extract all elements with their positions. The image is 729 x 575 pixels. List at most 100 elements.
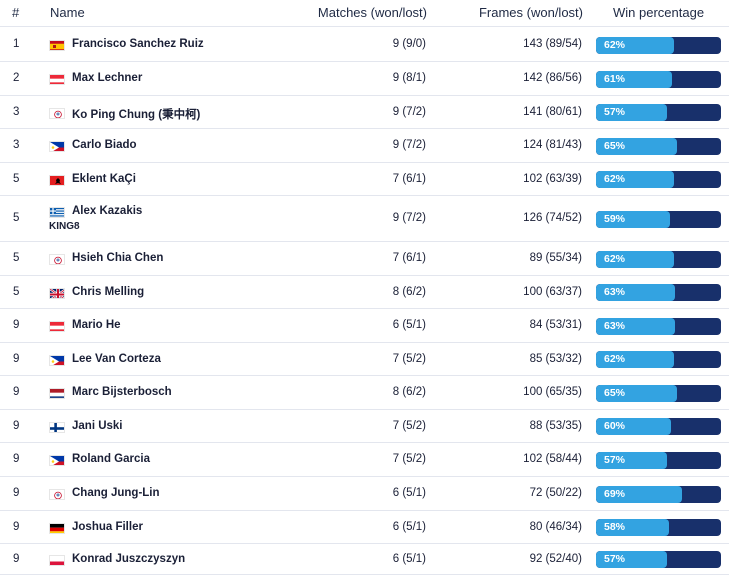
austria-flag <box>49 74 65 85</box>
frames-cell: 100 (65/35) <box>523 386 582 398</box>
matches-cell: 7 (6/1) <box>392 173 426 185</box>
header-frames[interactable]: Frames (won/lost) <box>479 5 583 20</box>
matches-cell: 8 (6/2) <box>392 386 426 398</box>
table-row[interactable]: 9 Jani Uski 7 (5/2) 88 (53/35) 60% <box>0 410 729 443</box>
finland-flag <box>49 422 65 433</box>
frames-cell: 84 (53/31) <box>529 319 582 331</box>
chinese-taipei-flag <box>49 108 65 119</box>
table-row[interactable]: 9 Joshua Filler 6 (5/1) 80 (46/34) 58% <box>0 511 729 544</box>
rank-cell: 9 <box>13 553 20 565</box>
player-name-link[interactable]: Mario He <box>72 319 121 331</box>
frames-cell: 72 (50/22) <box>529 487 582 499</box>
win-percentage-bar: 60% <box>596 418 721 435</box>
win-percentage-label: 59% <box>604 213 626 225</box>
win-percentage-label: 65% <box>604 140 626 152</box>
player-name-link[interactable]: Chris Melling <box>72 286 144 298</box>
netherlands-flag <box>49 388 65 399</box>
table-row[interactable]: 3 Carlo Biado 9 (7/2) 124 (81/43) 65% <box>0 129 729 163</box>
frames-cell: 102 (63/39) <box>523 173 582 185</box>
rank-cell: 3 <box>13 139 20 151</box>
philippines-flag <box>49 355 65 366</box>
rank-cell: 9 <box>13 353 20 365</box>
table-row[interactable]: 5 Alex Kazakis KING8 9 (7/2) 126 (74/52) 59% <box>0 196 729 242</box>
header-name[interactable]: Name <box>50 5 85 20</box>
player-name-link[interactable]: Joshua Filler <box>72 521 143 533</box>
frames-cell: 100 (63/37) <box>523 286 582 298</box>
matches-cell: 7 (5/2) <box>392 353 426 365</box>
win-percentage-label: 62% <box>604 353 626 365</box>
frames-cell: 141 (80/61) <box>523 106 582 118</box>
rank-cell: 3 <box>13 106 20 118</box>
player-name-link[interactable]: Max Lechner <box>72 72 142 84</box>
greece-flag <box>49 207 65 218</box>
header-matches[interactable]: Matches (won/lost) <box>318 5 427 20</box>
table-row[interactable]: 3 Ko Ping Chung (秉中柯) 9 (7/2) 141 (80/61) 57… <box>0 96 729 129</box>
win-percentage-label: 62% <box>604 39 626 51</box>
rank-cell: 1 <box>13 38 20 50</box>
win-percentage-label: 63% <box>604 320 626 332</box>
table-row[interactable]: 2 Max Lechner 9 (8/1) 142 (86/56) 61% <box>0 62 729 96</box>
matches-cell: 8 (6/2) <box>392 286 426 298</box>
win-percentage-label: 57% <box>604 553 626 565</box>
header-win-percentage[interactable]: Win percentage <box>613 5 704 20</box>
poland-flag <box>49 555 65 566</box>
win-percentage-bar: 62% <box>596 351 721 368</box>
win-percentage-label: 58% <box>604 521 626 533</box>
table-row[interactable]: 1 Francisco Sanchez Ruiz 9 (9/0) 143 (89/54… <box>0 28 729 62</box>
table-row[interactable]: 9 Marc Bijsterbosch 8 (6/2) 100 (65/35) 65% <box>0 376 729 410</box>
win-percentage-bar: 62% <box>596 171 721 188</box>
win-percentage-label: 60% <box>604 420 626 432</box>
win-percentage-label: 57% <box>604 106 626 118</box>
rank-cell: 2 <box>13 72 20 84</box>
table-row[interactable]: 9 Konrad Juszczyszyn 6 (5/1) 92 (52/40) 57% <box>0 544 729 575</box>
player-name-link[interactable]: Roland Garcia <box>72 453 150 465</box>
rank-cell: 9 <box>13 319 20 331</box>
player-name-link[interactable]: Eklent KaÇi <box>72 173 136 185</box>
matches-cell: 7 (5/2) <box>392 420 426 432</box>
matches-cell: 7 (6/1) <box>392 252 426 264</box>
table-row[interactable]: 9 Lee Van Corteza 7 (5/2) 85 (53/32) 62% <box>0 343 729 376</box>
win-percentage-bar: 62% <box>596 37 721 54</box>
matches-cell: 6 (5/1) <box>392 319 426 331</box>
player-name-link[interactable]: Jani Uski <box>72 420 123 432</box>
table-row[interactable]: 9 Roland Garcia 7 (5/2) 102 (58/44) 57% <box>0 443 729 477</box>
player-name-link[interactable]: Francisco Sanchez Ruiz <box>72 38 204 50</box>
rank-cell: 5 <box>13 212 20 224</box>
player-name-link[interactable]: Hsieh Chia Chen <box>72 252 163 264</box>
spain-flag <box>49 40 65 51</box>
rank-cell: 9 <box>13 487 20 499</box>
win-percentage-bar: 65% <box>596 385 721 402</box>
rank-cell: 9 <box>13 420 20 432</box>
matches-cell: 7 (5/2) <box>392 453 426 465</box>
rank-cell: 9 <box>13 521 20 533</box>
table-row[interactable]: 5 Hsieh Chia Chen 7 (6/1) 89 (55/34) 62% <box>0 242 729 276</box>
table-header: # Name Matches (won/lost) Frames (won/lo… <box>0 0 729 27</box>
team-label: KING8 <box>49 221 80 232</box>
player-name-link[interactable]: Chang Jung-Lin <box>72 487 160 499</box>
win-percentage-bar: 59% <box>596 211 721 228</box>
player-name-link[interactable]: Alex Kazakis <box>72 205 142 217</box>
win-percentage-label: 62% <box>604 253 626 265</box>
player-name-link[interactable]: Ko Ping Chung (秉中柯) <box>72 106 200 122</box>
matches-cell: 9 (7/2) <box>392 106 426 118</box>
frames-cell: 124 (81/43) <box>523 139 582 151</box>
win-percentage-bar: 63% <box>596 284 721 301</box>
matches-cell: 6 (5/1) <box>392 553 426 565</box>
player-name-link[interactable]: Carlo Biado <box>72 139 137 151</box>
table-row[interactable]: 9 Chang Jung-Lin 6 (5/1) 72 (50/22) 69% <box>0 477 729 511</box>
chinese-taipei-flag <box>49 489 65 500</box>
win-percentage-label: 63% <box>604 286 626 298</box>
player-name-link[interactable]: Lee Van Corteza <box>72 353 161 365</box>
table-row[interactable]: 5 Chris Melling 8 (6/2) 100 (63/37) 63% <box>0 276 729 309</box>
frames-cell: 126 (74/52) <box>523 212 582 224</box>
frames-cell: 88 (53/35) <box>529 420 582 432</box>
frames-cell: 102 (58/44) <box>523 453 582 465</box>
win-percentage-label: 57% <box>604 454 626 466</box>
player-name-link[interactable]: Konrad Juszczyszyn <box>72 553 185 565</box>
table-row[interactable]: 5 Eklent KaÇi 7 (6/1) 102 (63/39) 62% <box>0 163 729 196</box>
chinese-taipei-flag <box>49 254 65 265</box>
rank-cell: 5 <box>13 252 20 264</box>
win-percentage-bar: 69% <box>596 486 721 503</box>
player-name-link[interactable]: Marc Bijsterbosch <box>72 386 172 398</box>
table-row[interactable]: 9 Mario He 6 (5/1) 84 (53/31) 63% <box>0 309 729 343</box>
